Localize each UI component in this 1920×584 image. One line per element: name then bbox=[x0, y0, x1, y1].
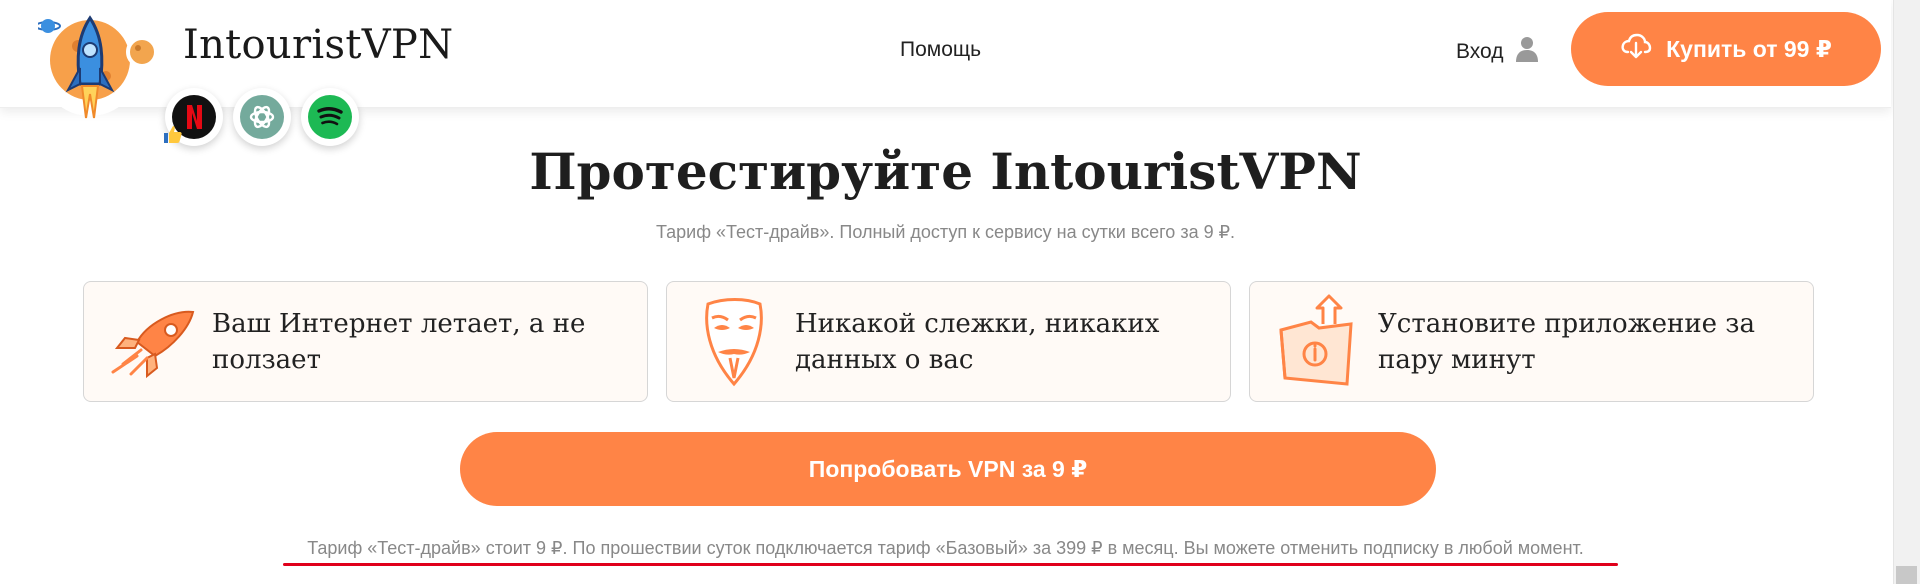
login-label: Вход bbox=[1456, 40, 1504, 63]
login-link[interactable]: Вход bbox=[1456, 36, 1538, 68]
rocket-logo-icon[interactable] bbox=[35, 8, 158, 138]
scrollbar-thumb[interactable] bbox=[1896, 566, 1917, 584]
brand-name[interactable]: IntouristVPN bbox=[183, 22, 453, 68]
page-title: Протестируйте IntouristVPN bbox=[529, 142, 1362, 201]
feature-card: Установите приложение за пару минут bbox=[1249, 281, 1814, 402]
rocket-icon bbox=[96, 292, 206, 392]
tariff-note: Тариф «Тест-драйв» стоит 9 ₽. По прошест… bbox=[307, 538, 1584, 558]
cloud-download-icon bbox=[1620, 32, 1652, 66]
install-folder-icon bbox=[1262, 292, 1372, 392]
page-subtitle: Тариф «Тест-драйв». Полный доступ к серв… bbox=[655, 222, 1236, 242]
feature-card: Ваш Интернет летает, а не ползает bbox=[83, 281, 648, 402]
chatgpt-icon bbox=[233, 88, 291, 146]
feature-text: Никакой слежки, никаких данных о вас bbox=[795, 308, 1160, 375]
annotation-underline bbox=[283, 563, 1618, 566]
nav-help-link[interactable]: Помощь bbox=[900, 38, 981, 62]
user-icon bbox=[1515, 36, 1538, 68]
feature-card: Никакой слежки, никаких данных о вас bbox=[666, 281, 1231, 402]
feature-cards: Ваш Интернет летает, а не ползает Никако… bbox=[83, 281, 1814, 402]
buy-button[interactable]: Купить от 99 ₽ bbox=[1571, 12, 1881, 86]
try-vpn-button[interactable]: Попробовать VPN за 9 ₽ bbox=[460, 432, 1436, 506]
feature-text: Ваш Интернет летает, а не ползает bbox=[212, 308, 586, 375]
spotify-icon bbox=[301, 88, 359, 146]
feature-text: Установите приложение за пару минут bbox=[1378, 308, 1755, 375]
service-icons bbox=[165, 88, 359, 146]
buy-button-label: Купить от 99 ₽ bbox=[1666, 35, 1832, 62]
scrollbar[interactable] bbox=[1893, 0, 1920, 584]
mask-icon bbox=[679, 292, 789, 392]
